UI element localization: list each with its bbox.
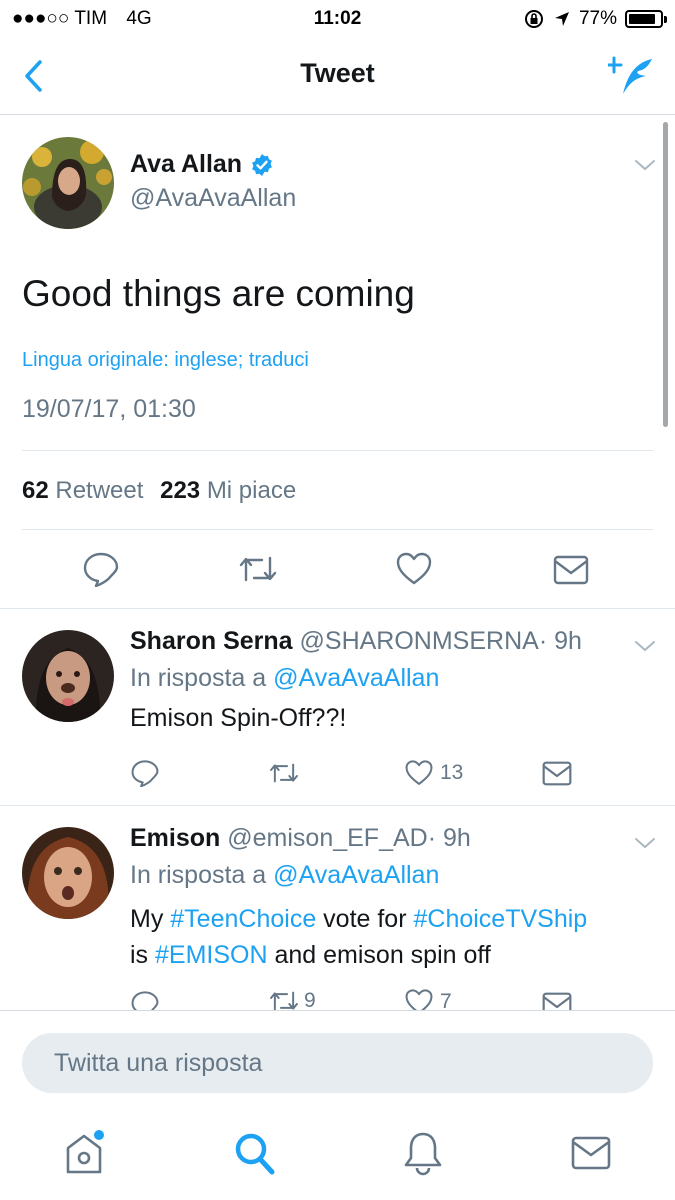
text-fragment: and emison spin off [267, 941, 491, 969]
navigation-bar: Tweet [0, 38, 675, 115]
engagement-stats: 62 Retweet 223 Mi piace [22, 477, 296, 505]
hashtag-link[interactable]: #TeenChoice [170, 905, 316, 933]
status-bar: ●●●○○ TIM 4G 11:02 77% [0, 0, 675, 38]
tweet-text: Good things are coming [22, 273, 415, 314]
share-envelope-icon[interactable] [553, 555, 589, 585]
retweets-stat[interactable]: 62 Retweet [22, 477, 143, 504]
scrollbar[interactable] [663, 122, 668, 427]
author-avatar[interactable] [22, 137, 114, 229]
text-fragment: vote for [316, 905, 414, 933]
text-fragment: My [130, 905, 171, 933]
divider [22, 450, 653, 451]
like-heart-icon[interactable] [404, 988, 434, 1010]
location-arrow-icon [554, 12, 569, 26]
translate-link[interactable]: Lingua originale: inglese; traduci [22, 349, 309, 372]
in-reply-to-link[interactable]: @AvaAvaAllan [273, 861, 439, 889]
retweet-icon[interactable] [268, 760, 300, 786]
reply-icon[interactable] [130, 759, 160, 787]
tab-notifications[interactable] [403, 1130, 447, 1178]
in-reply-to-prefix: In risposta a [130, 861, 267, 889]
share-envelope-icon[interactable] [542, 761, 572, 786]
likes-stat[interactable]: 223 Mi piace [160, 477, 296, 504]
tweet-timestamp: 19/07/17, 01:30 [22, 395, 196, 423]
tab-search[interactable] [234, 1132, 278, 1178]
likes-count: 223 [160, 477, 201, 504]
messages-envelope-icon [571, 1136, 611, 1170]
divider [0, 1010, 675, 1011]
chevron-down-icon[interactable] [634, 639, 656, 653]
reply-text: Emison Spin-Off??! [130, 704, 347, 732]
share-envelope-icon[interactable] [542, 992, 572, 1010]
notifications-bell-icon [404, 1132, 442, 1176]
reply-icon[interactable] [82, 551, 120, 587]
in-reply-to-link[interactable]: @AvaAvaAllan [273, 664, 439, 692]
retweet-icon[interactable] [268, 988, 300, 1010]
text-fragment: is [130, 941, 155, 969]
tab-home[interactable] [64, 1128, 108, 1178]
divider [22, 529, 653, 530]
author-handle[interactable]: @AvaAvaAllan [130, 184, 296, 213]
battery-icon [625, 10, 667, 28]
retweets-count: 62 [22, 477, 49, 504]
reply-author-name[interactable]: Sharon Serna [130, 627, 293, 655]
like-heart-icon[interactable] [404, 759, 434, 787]
hashtag-link[interactable]: #EMISON [155, 941, 268, 969]
author-name[interactable]: Ava Allan [130, 150, 242, 179]
reply-tweet[interactable]: Sharon Serna @SHARONMSERNA· 9h In rispos… [0, 609, 675, 805]
reply-author-handle[interactable]: @SHARONMSERNA [300, 627, 539, 655]
reply-tweet[interactable]: Emison @emison_EF_AD· 9h In risposta a @… [0, 806, 675, 1010]
chevron-down-icon[interactable] [634, 836, 656, 850]
search-icon [235, 1133, 275, 1175]
like-count: 7 [440, 990, 452, 1010]
in-reply-to-prefix: In risposta a [130, 664, 267, 692]
retweets-label: Retweet [55, 477, 144, 504]
like-heart-icon[interactable] [395, 551, 433, 587]
reply-icon[interactable] [130, 990, 160, 1010]
chevron-down-icon[interactable] [634, 158, 656, 172]
verified-badge-icon [252, 153, 272, 176]
tab-messages[interactable] [571, 1136, 615, 1176]
orientation-lock-icon [524, 10, 543, 28]
page-title: Tweet [300, 58, 375, 88]
retweet-count: 9 [304, 989, 316, 1010]
reply-author-handle[interactable]: @emison_EF_AD [227, 824, 427, 852]
compose-tweet-icon[interactable] [608, 56, 656, 98]
retweet-icon[interactable] [237, 552, 279, 586]
reply-avatar[interactable] [22, 827, 114, 919]
hashtag-link[interactable]: #ChoiceTVShip [413, 905, 587, 933]
tab-bar [0, 1110, 675, 1200]
reply-input[interactable]: Twitta una risposta [22, 1033, 653, 1093]
like-count: 13 [440, 761, 464, 784]
reply-time: · 9h [427, 824, 471, 852]
reply-avatar[interactable] [22, 630, 114, 722]
likes-label: Mi piace [206, 477, 297, 504]
reply-time: · 9h [538, 627, 582, 655]
reply-text: My #TeenChoice vote for #ChoiceTVShip is … [130, 901, 660, 973]
reply-author-name[interactable]: Emison [130, 824, 220, 852]
battery-percent: 77% [578, 8, 617, 29]
home-icon [66, 1130, 104, 1174]
